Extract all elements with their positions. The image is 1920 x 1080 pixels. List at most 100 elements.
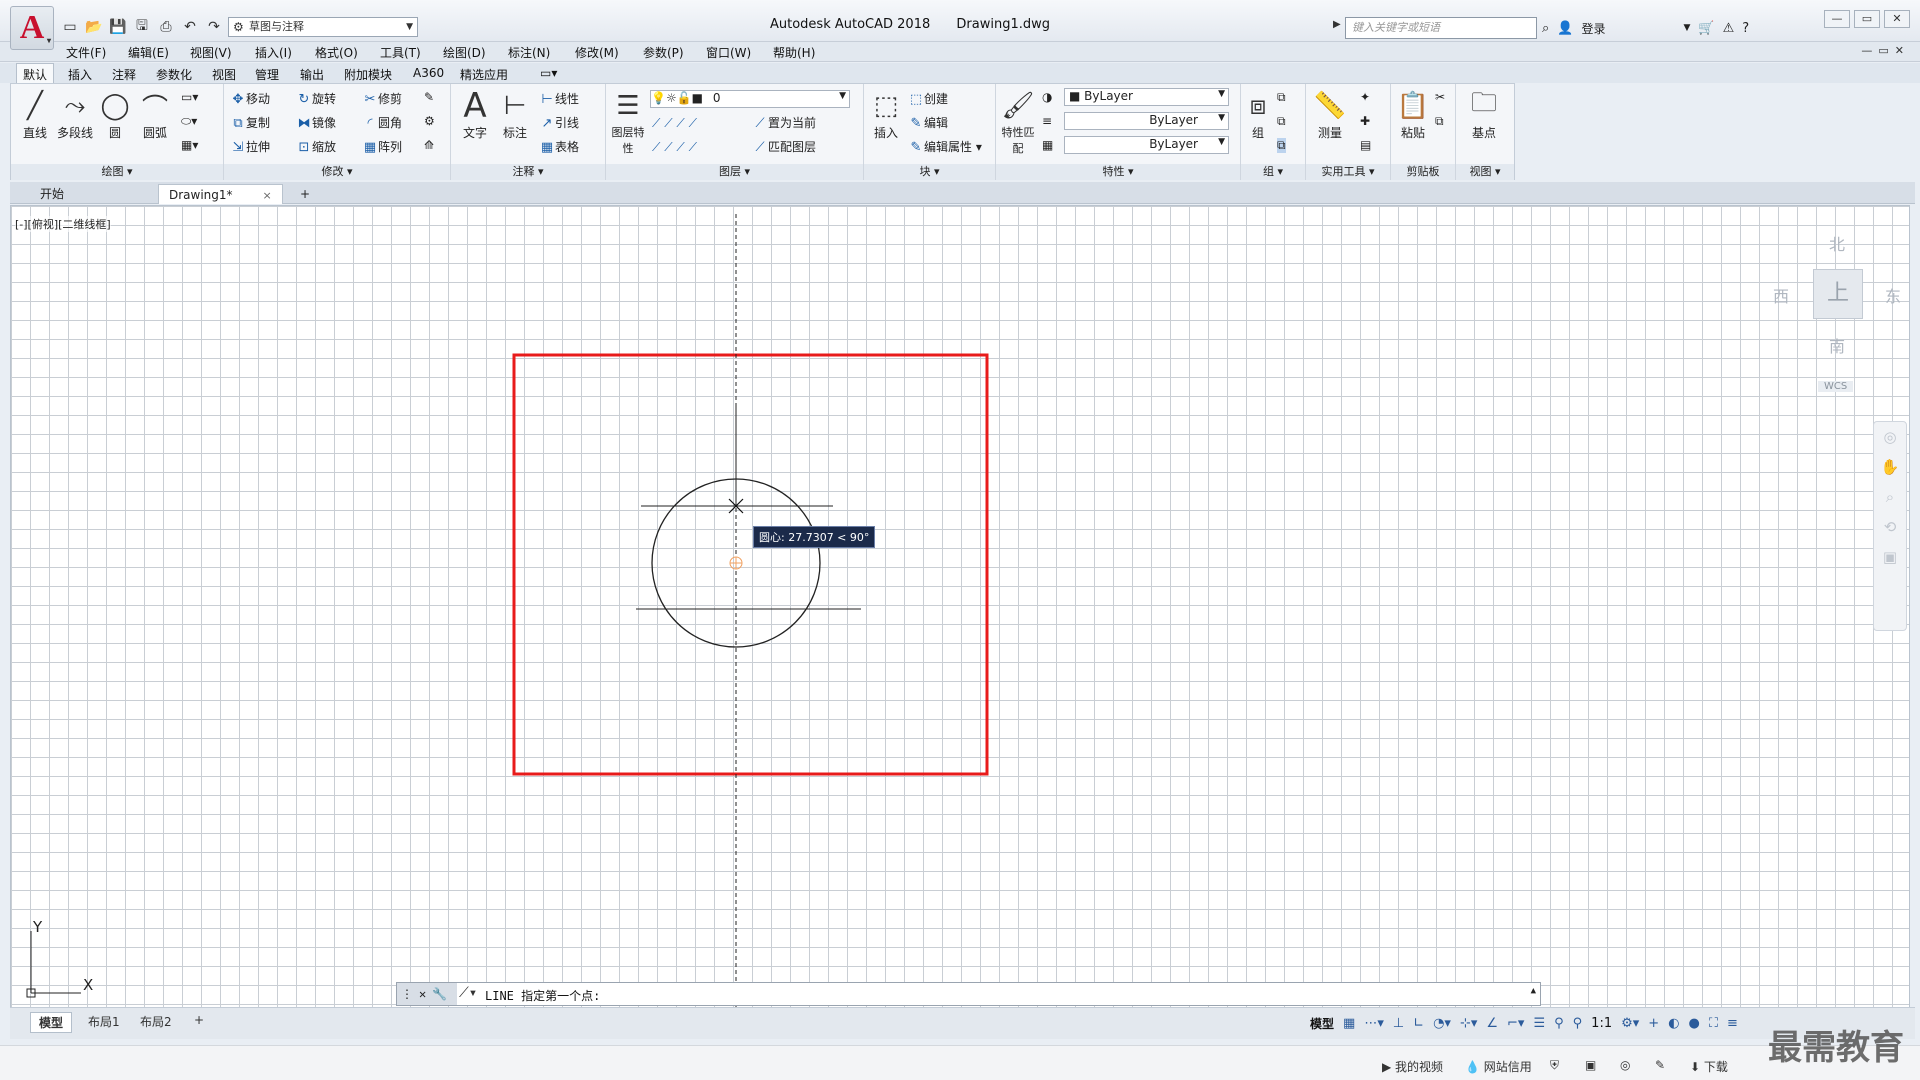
ungroup-icon[interactable]: ⧉ [1277,90,1286,105]
menu-draw[interactable]: 绘图(D) [443,44,486,61]
save-as-icon[interactable]: 🖫 [132,17,152,37]
lineweight-status-icon[interactable]: ☰ [1533,1016,1545,1031]
menu-modify[interactable]: 修改(M) [575,44,619,61]
create-block-tool[interactable]: ⬚ 创建 [908,90,948,107]
tab-output[interactable]: 输出 [300,66,324,83]
command-line[interactable]: ⋮ ✕ 🔧 ⟋▾ LINE 指定第一个点: ▲ [396,982,1541,1006]
cart-icon[interactable]: 🛒 [1698,21,1714,36]
sound-icon[interactable]: ◎ [1620,1058,1630,1072]
layer-properties-tool[interactable]: ☰ 图层特性 [608,88,648,156]
scale-tool[interactable]: ⊡ 缩放 [296,138,336,155]
make-current-tool[interactable]: ⟋ 置为当前 [752,114,816,131]
chevron-down-icon[interactable]: ▼ [1683,23,1690,33]
paste-tool[interactable]: 📋 粘贴 [1393,88,1433,141]
copy-tool[interactable]: ⧉ 复制 [230,114,270,131]
document-window-controls[interactable]: —▭✕ [1861,44,1910,57]
layout-tab-layout1[interactable]: 布局1 [80,1012,128,1031]
arc-tool[interactable]: ⌒ 圆弧 [135,88,175,141]
fillet-tool[interactable]: ◜ 圆角 [362,114,402,131]
binoculars-icon[interactable]: ⌕ [1542,21,1549,36]
isolate-icon[interactable]: ◐ [1668,1016,1679,1031]
ribbon-minimize-icon[interactable]: ▭▾ [540,66,557,80]
tab-manage[interactable]: 管理 [255,66,279,83]
polar-icon[interactable]: ◔▾ [1433,1016,1451,1031]
ortho-icon[interactable]: ∟ [1413,1016,1424,1031]
menu-tools[interactable]: 工具(T) [380,44,421,61]
showmotion-icon[interactable]: ▣ [1874,542,1906,572]
ucs-status-icon[interactable]: ⌐▾ [1507,1016,1524,1031]
group-edit-icon[interactable]: ⧉ [1277,114,1286,129]
panel-title-block[interactable]: 块 ▾ [864,164,995,180]
close-icon[interactable]: × [263,189,272,202]
fullscreen-icon[interactable]: ⛶ [1709,1016,1718,1031]
explode-icon[interactable]: ⚙ [424,114,435,128]
linetype-dropdown[interactable]: ByLayer ▼ [1064,112,1229,130]
snap-icon[interactable]: ⋯▾ [1364,1016,1384,1031]
tab-home[interactable]: 默认 [16,63,55,83]
color-dropdown[interactable]: ■ ByLayer ▼ [1064,88,1229,106]
panel-title-groups[interactable]: 组 ▾ [1241,164,1305,180]
wrench-icon[interactable]: 🔧 [432,987,447,1001]
tool-icon[interactable]: ✎ [1655,1058,1665,1072]
mirror-tool[interactable]: ⧓ 镜像 [296,114,337,131]
download-link[interactable]: ⬇ 下载 [1690,1058,1728,1075]
viewcube-west[interactable]: 西 [1773,283,1789,307]
line-command-icon[interactable]: ⟋▾ [459,985,477,1001]
add-layout-button[interactable]: + [186,1012,212,1028]
new-tab-button[interactable]: + [290,184,320,204]
color-wheel-icon[interactable]: ◑ [1042,90,1052,104]
array-tool[interactable]: ▦ 阵列 [362,138,402,155]
group-select-icon[interactable]: ⧉ [1277,138,1286,153]
text-tool[interactable]: A 文字 [455,86,495,141]
close-icon[interactable]: ✕ [419,987,426,1001]
application-menu-button[interactable]: A ▾ [10,6,54,50]
menu-window[interactable]: 窗口(W) [706,44,751,61]
layer-tools-row1[interactable]: ⟋ ⟋ ⟋ ⟋ [652,116,697,131]
menu-parametric[interactable]: 参数(P) [643,44,684,61]
annotation-icon[interactable]: ⚲ [1554,1016,1564,1031]
panel-title-utilities[interactable]: 实用工具 ▾ [1306,164,1390,180]
panel-title-view[interactable]: 视图 ▾ [1456,164,1514,180]
hatch-icon[interactable]: ▦▾ [181,138,198,152]
save-icon[interactable]: 💾 [108,17,128,37]
drawing-canvas[interactable]: [-][俯视][二维线框] 圆心: 27.7307 < 90° 北 南 东 西 … [10,205,1910,1013]
layout-tab-model[interactable]: 模型 [30,1012,73,1033]
print-icon[interactable]: ⎙ [156,17,176,37]
quick-select-icon[interactable]: ✦ [1360,90,1370,104]
edit-block-tool[interactable]: ✎ 编辑 [908,114,948,131]
osnap-icon[interactable]: ⊹▾ [1460,1016,1477,1031]
viewcube-top-face[interactable]: 上 [1813,269,1863,319]
minimize-button[interactable]: — [1824,10,1850,28]
exchange-icon[interactable]: ⚠ [1723,21,1735,36]
viewcube-north[interactable]: 北 [1829,231,1845,255]
zoom-icon[interactable]: ⌕ [1874,482,1906,512]
leader-tool[interactable]: ↗ 引线 [539,114,579,131]
infer-icon[interactable]: ⊥ [1393,1016,1404,1031]
cut-icon[interactable]: ✂ [1435,90,1445,104]
login-button[interactable]: 登录 [1581,20,1605,37]
panel-title-draw[interactable]: 绘图 ▾ [11,164,223,180]
menu-dimension[interactable]: 标注(N) [508,44,550,61]
circle-tool[interactable]: ◯ 圆 [95,88,135,141]
panel-title-annotation[interactable]: 注释 ▾ [451,164,605,180]
layer-dropdown[interactable]: 💡☼🔓■ 0 ▼ [650,90,850,108]
base-view-tool[interactable]: 🗀 基点 [1464,88,1504,141]
lineweight-icon[interactable]: ≡ [1042,114,1052,128]
pan-icon[interactable]: ✋ [1874,452,1906,482]
gear-icon[interactable]: ⚙▾ [1621,1016,1639,1031]
redo-icon[interactable]: ↷ [204,17,224,37]
maximize-button[interactable]: ▭ [1854,10,1880,28]
line-tool[interactable]: ╱ 直线 [15,88,55,141]
trim-tool[interactable]: ✂ 修剪 [362,90,402,107]
viewcube[interactable]: 北 南 东 西 上 WCS [1761,221,1901,392]
dimension-tool[interactable]: ⊢ 标注 [495,88,535,141]
otrack-icon[interactable]: ∠ [1486,1016,1498,1031]
menu-view[interactable]: 视图(V) [190,44,232,61]
tab-start[interactable]: 开始 [30,184,74,204]
stretch-tool[interactable]: ⇲ 拉伸 [230,138,270,155]
menu-edit[interactable]: 编辑(E) [128,44,169,61]
copy-clip-icon[interactable]: ⧉ [1435,114,1444,129]
tab-featured-apps[interactable]: 精选应用 [460,66,508,83]
panel-title-layers[interactable]: 图层 ▾ [606,164,863,180]
point-icon[interactable]: ✚ [1360,114,1370,128]
